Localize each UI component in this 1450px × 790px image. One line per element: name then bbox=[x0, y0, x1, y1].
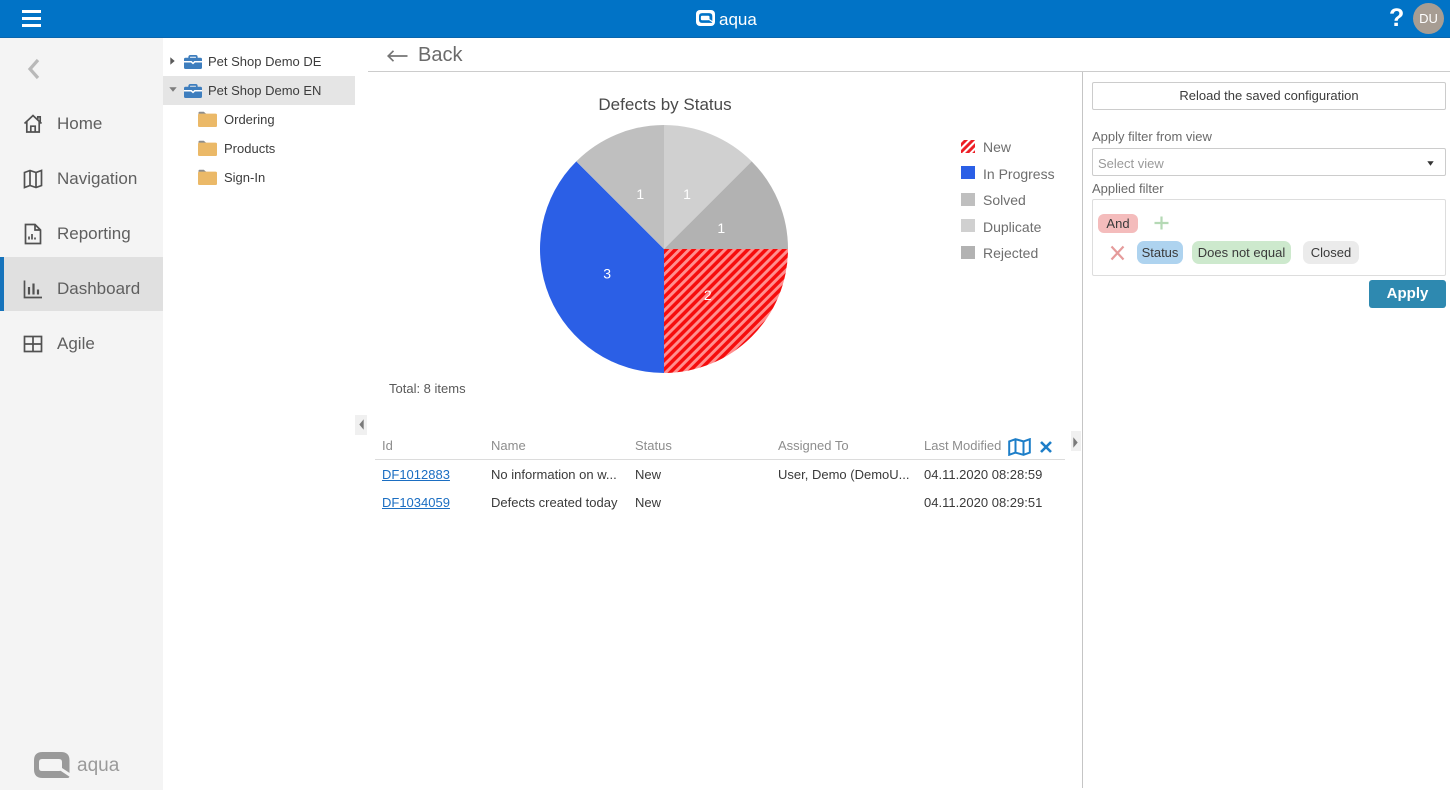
svg-text:1: 1 bbox=[683, 186, 691, 202]
svg-text:3: 3 bbox=[603, 266, 611, 282]
svg-text:2: 2 bbox=[704, 287, 712, 303]
svg-text:1: 1 bbox=[717, 220, 725, 236]
svg-text:1: 1 bbox=[636, 186, 644, 202]
